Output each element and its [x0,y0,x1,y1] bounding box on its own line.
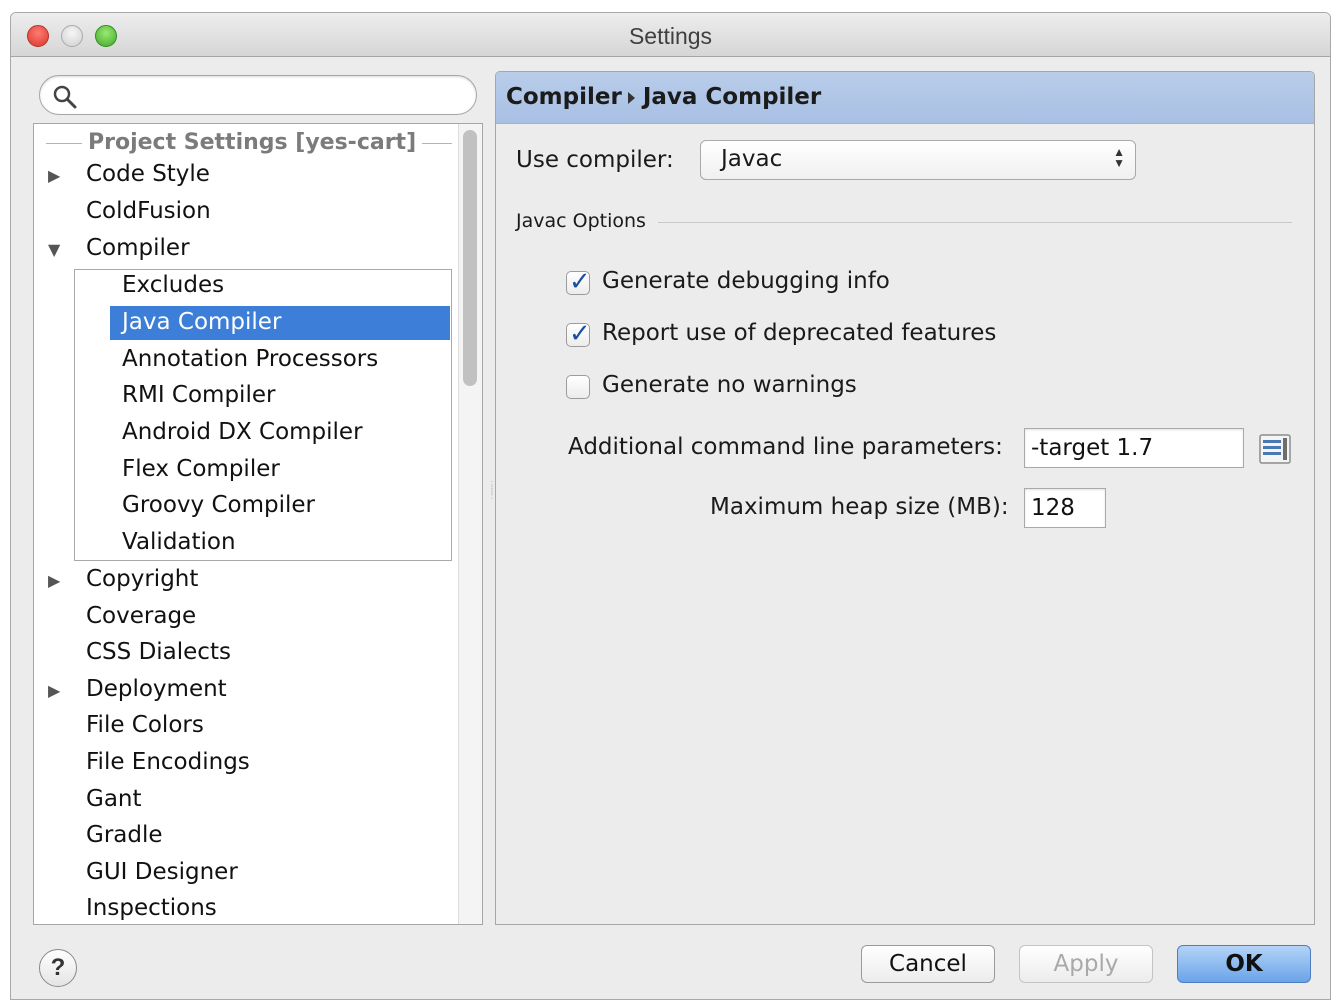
checkmark-icon: ✓ [569,319,591,349]
tree-item-coldfusion[interactable]: ColdFusion [34,195,454,229]
select-updown-icon: ▲ ▼ [1113,145,1125,170]
tree-item-android-dx-compiler[interactable]: Android DX Compiler [110,416,450,450]
apply-button[interactable]: Apply [1019,945,1153,983]
tree-item-file-colors[interactable]: File Colors [34,709,454,743]
tree-item-groovy-compiler[interactable]: Groovy Compiler [110,489,450,523]
settings-window: Settings Project Settings [yes-cart] ▶ C… [10,12,1331,1000]
tree-item-gradle[interactable]: Gradle [34,819,454,853]
tree-group-header: Project Settings [yes-cart] [46,128,452,158]
tree-item-code-style[interactable]: ▶ Code Style [34,158,454,192]
compiler-select-value: Javac [721,146,783,172]
cmd-params-field[interactable] [1024,428,1244,468]
tree-item-css-dialects[interactable]: CSS Dialects [34,636,454,670]
tree-item-gui-designer[interactable]: GUI Designer [34,856,454,890]
expand-arrow-icon[interactable]: ▶ [48,166,60,185]
window-title: Settings [628,23,713,49]
heap-size-label: Maximum heap size (MB): [710,494,1009,520]
deprecated-features-checkbox[interactable]: ✓ [566,319,591,349]
expand-arrow-icon[interactable]: ▶ [48,571,60,590]
no-warnings-checkbox[interactable] [566,375,590,399]
title-bar: Settings [11,13,1330,57]
checkmark-icon: ✓ [569,267,591,297]
tree-item-compiler[interactable]: ▼ Compiler [34,232,454,266]
compiler-select[interactable]: Javac ▲ ▼ [700,140,1136,180]
help-button[interactable]: ? [39,949,77,987]
tree-item-gant[interactable]: Gant [34,783,454,817]
heap-size-field[interactable] [1024,488,1106,528]
expand-editor-icon[interactable] [1258,432,1292,466]
ok-button[interactable]: OK [1177,945,1311,983]
cancel-button[interactable]: Cancel [861,945,995,983]
tree-item-deployment[interactable]: ▶ Deployment [34,673,454,707]
panel-header: Compiler Java Compiler [496,72,1314,124]
heap-size-input[interactable] [1031,493,1103,523]
tree-scrollbar-thumb[interactable] [463,130,477,386]
tree-item-coverage[interactable]: Coverage [34,600,454,634]
debugging-info-checkbox[interactable]: ✓ [566,267,591,297]
breadcrumb-separator-icon [627,91,635,104]
settings-content-panel: Compiler Java Compiler Use compiler: Java… [495,71,1315,925]
tree-item-copyright[interactable]: ▶ Copyright [34,563,454,597]
tree-item-inspections[interactable]: Inspections [34,892,454,924]
use-compiler-label: Use compiler: [516,147,674,173]
cmd-params-input[interactable] [1031,433,1228,463]
breadcrumb-java-compiler: Java Compiler [642,84,822,110]
tree-item-flex-compiler[interactable]: Flex Compiler [110,453,450,487]
expand-arrow-icon[interactable]: ▶ [48,681,60,700]
settings-search-field[interactable] [39,75,477,115]
search-input[interactable] [82,80,462,110]
javac-options-label: Javac Options [516,210,658,232]
section-divider [656,222,1292,223]
tree-item-rmi-compiler[interactable]: RMI Compiler [110,379,450,413]
tree-item-annotation-processors[interactable]: Annotation Processors [110,343,450,377]
tree-item-excludes[interactable]: Excludes [110,269,450,303]
collapse-arrow-icon[interactable]: ▼ [48,240,60,259]
tree-item-validation[interactable]: Validation [110,526,450,560]
tree-item-file-encodings[interactable]: File Encodings [34,746,454,780]
breadcrumb: Compiler Java Compiler [506,84,821,110]
breadcrumb-compiler: Compiler [506,84,622,110]
tree-item-java-compiler[interactable]: Java Compiler [110,306,450,340]
settings-tree[interactable]: Project Settings [yes-cart] ▶ Code Style… [33,123,483,925]
tree-scrollbar[interactable] [458,124,482,924]
cmd-params-label: Additional command line parameters: [568,434,1003,460]
splitter-handle[interactable]: ⋮ ⋮ ⋮ [487,481,497,513]
project-settings-label: Project Settings [yes-cart] [82,130,423,155]
search-icon [53,85,77,109]
